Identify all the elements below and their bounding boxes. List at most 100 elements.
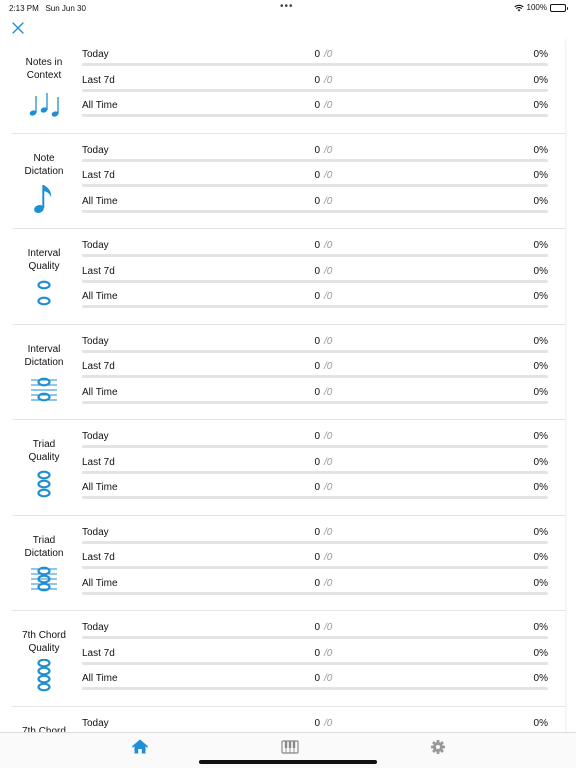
stat-row: Today 0/0 0%	[82, 332, 552, 358]
total-count: /0	[324, 335, 333, 347]
period-label: All Time	[82, 195, 118, 207]
correct-count: 0	[314, 526, 320, 538]
stat-row: Last 7d 0/0 0%	[82, 262, 552, 288]
exercise-label-column: Triad Quality	[12, 420, 76, 515]
piano-icon[interactable]	[281, 739, 299, 755]
correct-count: 0	[314, 577, 320, 589]
exercise-name: Notes in Context	[25, 57, 63, 81]
exercise-label-column: Interval Dictation	[12, 325, 76, 420]
exercise-label-column: 7th Chord Quality	[12, 611, 76, 706]
progress-bar	[82, 540, 548, 544]
exercise-card[interactable]: Triad Dictation Today 0/0 0% Last 7d 0/0 0% All…	[12, 515, 565, 611]
total-count: /0	[324, 100, 333, 111]
exercise-card[interactable]: 7th Chord Quality Today 0/0 0% Last 7d 0/0 0% A…	[12, 611, 565, 707]
percent-value: 0%	[533, 291, 548, 302]
period-label: Last 7d	[82, 647, 115, 659]
stat-row: Today 0/0 0%	[82, 141, 552, 167]
correct-count: 0	[314, 431, 320, 442]
exercise-name: Note Dictation	[24, 152, 64, 177]
period-label: Last 7d	[82, 456, 115, 468]
exercise-label-column: Note Dictation	[12, 134, 76, 229]
home-indicator	[199, 760, 377, 764]
progress-bar	[82, 566, 548, 569]
period-label: Today	[82, 431, 109, 442]
percent-value: 0%	[533, 74, 548, 86]
stat-row: All Time 0/0 0%	[82, 478, 552, 504]
exercise-card[interactable]: 7th Chord Today 0/0 0%	[12, 706, 565, 732]
percent-value: 0%	[533, 195, 548, 207]
stat-row: All Time 0/0 0%	[82, 96, 552, 122]
seventh-chord-quality-icon	[37, 659, 51, 692]
exercise-card[interactable]: Interval Quality Today 0/0 0% Last 7d 0/0 0% Al…	[12, 229, 565, 325]
period-label: Today	[82, 717, 109, 729]
progress-bar	[82, 279, 548, 283]
progress-bar	[82, 636, 548, 639]
percent-value: 0%	[533, 100, 548, 111]
total-count: /0	[324, 717, 333, 729]
period-label: All Time	[82, 577, 118, 589]
progress-bar	[82, 254, 548, 257]
progress-bar	[82, 88, 548, 92]
battery-icon	[550, 3, 568, 12]
stat-row: Last 7d 0/0 0%	[82, 453, 552, 479]
stats-rows: Today 0/0 0%	[82, 714, 552, 732]
total-count: /0	[324, 195, 333, 207]
exercise-card[interactable]: Notes in Context Today 0/0 0% Last 7d 0/0 0% Al…	[12, 38, 565, 134]
progress-bar	[82, 114, 548, 117]
exercise-card[interactable]: Note Dictation Today 0/0 0% Last 7d 0/0 0% All …	[12, 133, 565, 229]
stat-row: Today 0/0 0%	[82, 523, 552, 549]
period-label: Last 7d	[82, 552, 115, 563]
correct-count: 0	[314, 100, 320, 111]
stat-row: Today 0/0 0%	[82, 714, 552, 732]
total-count: /0	[324, 144, 333, 156]
percent-value: 0%	[533, 552, 548, 563]
exercise-card[interactable]: Triad Quality Today 0/0 0% Last 7d 0/0 0% All T…	[12, 420, 565, 516]
stats-rows: Today 0/0 0% Last 7d 0/0 0% All Time 0/0 0%	[82, 332, 552, 409]
triad-dictation-icon	[31, 566, 57, 591]
correct-count: 0	[314, 74, 320, 86]
progress-bar	[82, 209, 548, 213]
percent-value: 0%	[533, 170, 548, 181]
period-label: Last 7d	[82, 170, 115, 181]
correct-count: 0	[314, 291, 320, 302]
percent-value: 0%	[533, 622, 548, 633]
correct-count: 0	[314, 335, 320, 347]
period-label: All Time	[82, 386, 118, 398]
battery-percent: 100%	[526, 3, 547, 12]
exercise-stats-list[interactable]: Notes in Context Today 0/0 0% Last 7d 0/0 0% Al…	[12, 38, 568, 732]
exercise-label-column: Interval Quality	[12, 229, 76, 324]
stat-row: All Time 0/0 0%	[82, 192, 552, 218]
correct-count: 0	[314, 673, 320, 684]
total-count: /0	[324, 431, 333, 442]
progress-bar	[82, 158, 548, 162]
period-label: All Time	[82, 482, 118, 493]
gear-icon[interactable]	[429, 739, 447, 755]
total-count: /0	[324, 291, 333, 302]
multitasking-dots-icon[interactable]: •••	[280, 1, 294, 12]
exercise-name: 7th Chord Quality	[22, 630, 66, 654]
total-count: /0	[324, 170, 333, 181]
status-right: 100%	[513, 3, 568, 12]
status-bar: 2:13 PM Sun Jun 30 ••• 100%	[0, 0, 576, 16]
stat-row: Last 7d 0/0 0%	[82, 166, 552, 192]
correct-count: 0	[314, 240, 320, 251]
progress-bar	[82, 400, 548, 404]
exercise-name: Interval Dictation	[24, 343, 64, 368]
exercise-name: Triad Dictation	[24, 534, 64, 559]
percent-value: 0%	[533, 717, 548, 729]
period-label: All Time	[82, 291, 118, 302]
exercise-card[interactable]: Interval Dictation Today 0/0 0% Last 7d 0/0 0%…	[12, 324, 565, 420]
percent-value: 0%	[533, 431, 548, 442]
percent-value: 0%	[533, 361, 548, 372]
percent-value: 0%	[533, 265, 548, 277]
close-icon[interactable]	[9, 19, 27, 37]
stats-rows: Today 0/0 0% Last 7d 0/0 0% All Time 0/0 0%	[82, 523, 552, 600]
correct-count: 0	[314, 552, 320, 563]
percent-value: 0%	[533, 240, 548, 251]
correct-count: 0	[314, 265, 320, 277]
home-icon[interactable]	[131, 739, 149, 755]
period-label: All Time	[82, 673, 118, 684]
percent-value: 0%	[533, 577, 548, 589]
interval-quality-icon	[37, 280, 51, 306]
stats-rows: Today 0/0 0% Last 7d 0/0 0% All Time 0/0 0%	[82, 427, 552, 504]
